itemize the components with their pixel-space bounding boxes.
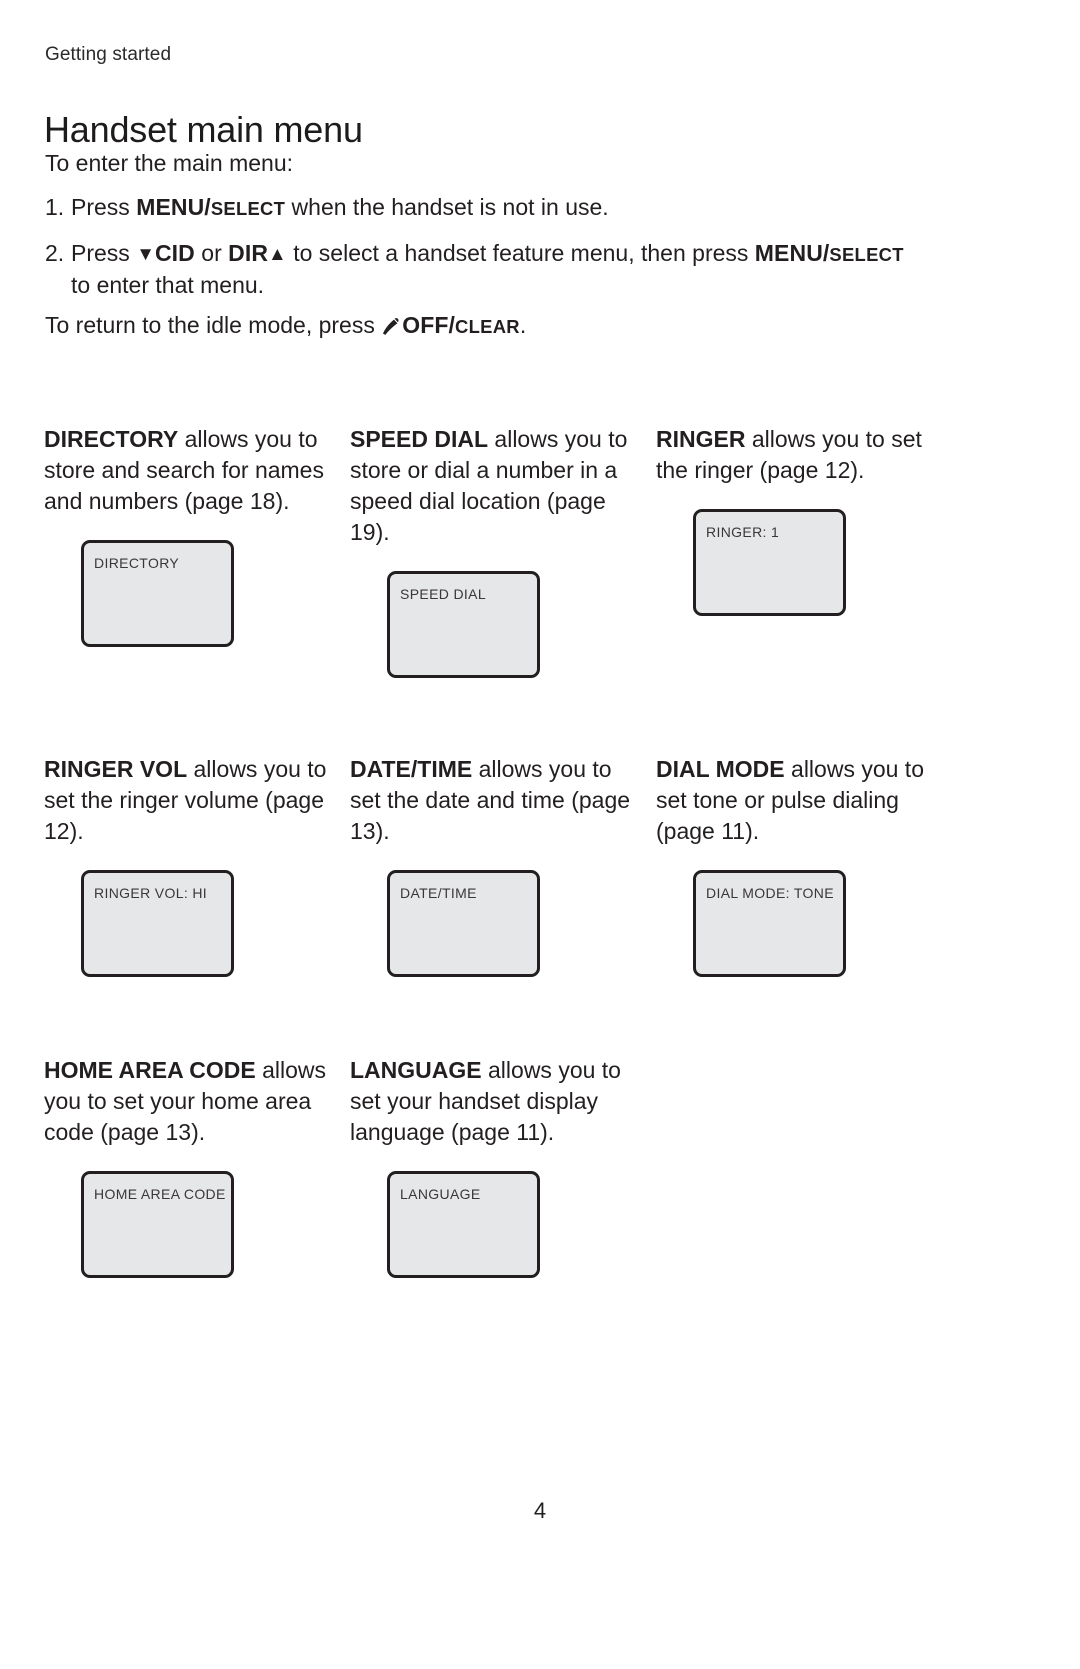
handset-phone-icon (381, 317, 401, 336)
lcd-screen-text: DIRECTORY (94, 555, 180, 571)
feature-grid: DIRECTORY allows you to store and search… (44, 424, 964, 1278)
key-main: OFF/ (402, 312, 456, 338)
step-item-2: 2. Press ▼CID or DIR▲ to select a handse… (45, 238, 925, 301)
closing-prefix: To return to the idle mode, press (45, 312, 382, 338)
key-cid-label: CID (154, 240, 195, 266)
feature-name: DIRECTORY (44, 426, 179, 452)
feature-description: LANGUAGE allows you to set your handset … (350, 1055, 638, 1148)
steps-list: 1. Press MENU/SELECT when the handset is… (45, 192, 925, 315)
lcd-screen: DIAL MODE: TONE (693, 870, 846, 977)
key-small-caps: SELECT (829, 244, 904, 265)
step-text: Press ▼CID or DIR▲ to select a handset f… (71, 238, 925, 301)
lcd-wrapper: SPEED DIAL (350, 571, 638, 678)
lcd-screen-text: RINGER VOL: HI (94, 885, 208, 901)
lcd-screen-text: LANGUAGE (400, 1186, 481, 1202)
step-text-before: Press (71, 240, 137, 266)
feature-description: DIRECTORY allows you to store and search… (44, 424, 332, 517)
feature-description: RINGER VOL allows you to set the ringer … (44, 754, 332, 847)
lcd-screen: RINGER VOL: HI (81, 870, 234, 977)
feature-name: SPEED DIAL (350, 426, 489, 452)
key-dir-label: DIR (228, 240, 269, 266)
lcd-screen-text: DATE/TIME (400, 885, 477, 901)
lcd-screen-text: SPEED DIAL (400, 586, 486, 602)
feature-name: DIAL MODE (656, 756, 785, 782)
feature-description: SPEED DIAL allows you to store or dial a… (350, 424, 638, 548)
row-spacer (44, 977, 964, 1055)
row-spacer (44, 678, 964, 754)
manual-page: Getting started Handset main menu To ent… (0, 0, 1080, 1669)
step-item-1: 1. Press MENU/SELECT when the handset is… (45, 192, 925, 224)
feature-name: DATE/TIME (350, 756, 473, 782)
step-text-middle: to select a handset feature menu, then p… (286, 240, 755, 266)
lcd-wrapper: HOME AREA CODE (44, 1171, 332, 1278)
feature-description: HOME AREA CODE allows you to set your ho… (44, 1055, 332, 1148)
key-main: MENU/ (754, 240, 830, 266)
step-text-before: Press (71, 194, 137, 220)
lcd-wrapper: DIRECTORY (44, 540, 332, 647)
closing-instruction: To return to the idle mode, press OFF/CL… (45, 310, 526, 342)
step-number: 2. (45, 240, 65, 266)
feature-row: RINGER VOL allows you to set the ringer … (44, 754, 964, 977)
key-menu-select: MENU/SELECT (136, 194, 285, 220)
key-cid-down: ▼CID (136, 240, 195, 266)
lcd-wrapper: RINGER VOL: HI (44, 870, 332, 977)
lcd-wrapper: RINGER: 1 (656, 509, 944, 616)
triangle-down-icon: ▼ (136, 243, 155, 264)
lcd-wrapper: DATE/TIME (350, 870, 638, 977)
feature-cell-speed-dial: SPEED DIAL allows you to store or dial a… (350, 424, 656, 678)
key-off-clear: OFF/CLEAR (402, 312, 520, 338)
feature-cell-ringer-vol: RINGER VOL allows you to set the ringer … (44, 754, 350, 977)
feature-cell-home-area-code: HOME AREA CODE allows you to set your ho… (44, 1055, 350, 1278)
feature-row: DIRECTORY allows you to store and search… (44, 424, 964, 678)
step-number: 1. (45, 194, 65, 220)
lcd-screen: LANGUAGE (387, 1171, 540, 1278)
feature-cell-language: LANGUAGE allows you to set your handset … (350, 1055, 656, 1278)
page-title: Handset main menu (44, 109, 363, 151)
lcd-screen-text: DIAL MODE: TONE (706, 885, 834, 901)
lcd-screen: SPEED DIAL (387, 571, 540, 678)
feature-row: HOME AREA CODE allows you to set your ho… (44, 1055, 964, 1278)
feature-cell-directory: DIRECTORY allows you to store and search… (44, 424, 350, 678)
key-small-caps: CLEAR (455, 316, 520, 337)
feature-name: RINGER (656, 426, 746, 452)
feature-description: DATE/TIME allows you to set the date and… (350, 754, 638, 847)
lcd-screen: DATE/TIME (387, 870, 540, 977)
feature-description: DIAL MODE allows you to set tone or puls… (656, 754, 944, 847)
key-dir-up: DIR▲ (228, 240, 287, 266)
page-number: 4 (533, 1498, 547, 1523)
feature-name: LANGUAGE (350, 1057, 482, 1083)
running-head: Getting started (45, 44, 172, 65)
lcd-screen: HOME AREA CODE (81, 1171, 234, 1278)
step-conjunction: or (194, 240, 229, 266)
key-menu-select-2: MENU/SELECT (755, 240, 904, 266)
step-text-after: when the handset is not in use. (285, 194, 609, 220)
feature-name: RINGER VOL (44, 756, 188, 782)
step-text-after: to enter that menu. (71, 272, 265, 298)
lcd-screen-text: RINGER: 1 (706, 524, 780, 540)
lcd-wrapper: DIAL MODE: TONE (656, 870, 944, 977)
feature-cell-ringer: RINGER allows you to set the ringer (pag… (656, 424, 962, 678)
lcd-screen: DIRECTORY (81, 540, 234, 647)
feature-description: RINGER allows you to set the ringer (pag… (656, 424, 944, 486)
intro-lead-in: To enter the main menu: (45, 150, 294, 176)
feature-cell-date-time: DATE/TIME allows you to set the date and… (350, 754, 656, 977)
feature-cell-dial-mode: DIAL MODE allows you to set tone or puls… (656, 754, 962, 977)
feature-name: HOME AREA CODE (44, 1057, 256, 1083)
key-small-caps: SELECT (210, 198, 286, 219)
step-text: Press MENU/SELECT when the handset is no… (71, 192, 925, 224)
lcd-screen-text: HOME AREA CODE (94, 1186, 226, 1202)
closing-suffix: . (519, 312, 527, 338)
lcd-wrapper: LANGUAGE (350, 1171, 638, 1278)
key-main: MENU/ (136, 194, 211, 220)
triangle-up-icon: ▲ (268, 243, 287, 264)
lcd-screen: RINGER: 1 (693, 509, 846, 616)
